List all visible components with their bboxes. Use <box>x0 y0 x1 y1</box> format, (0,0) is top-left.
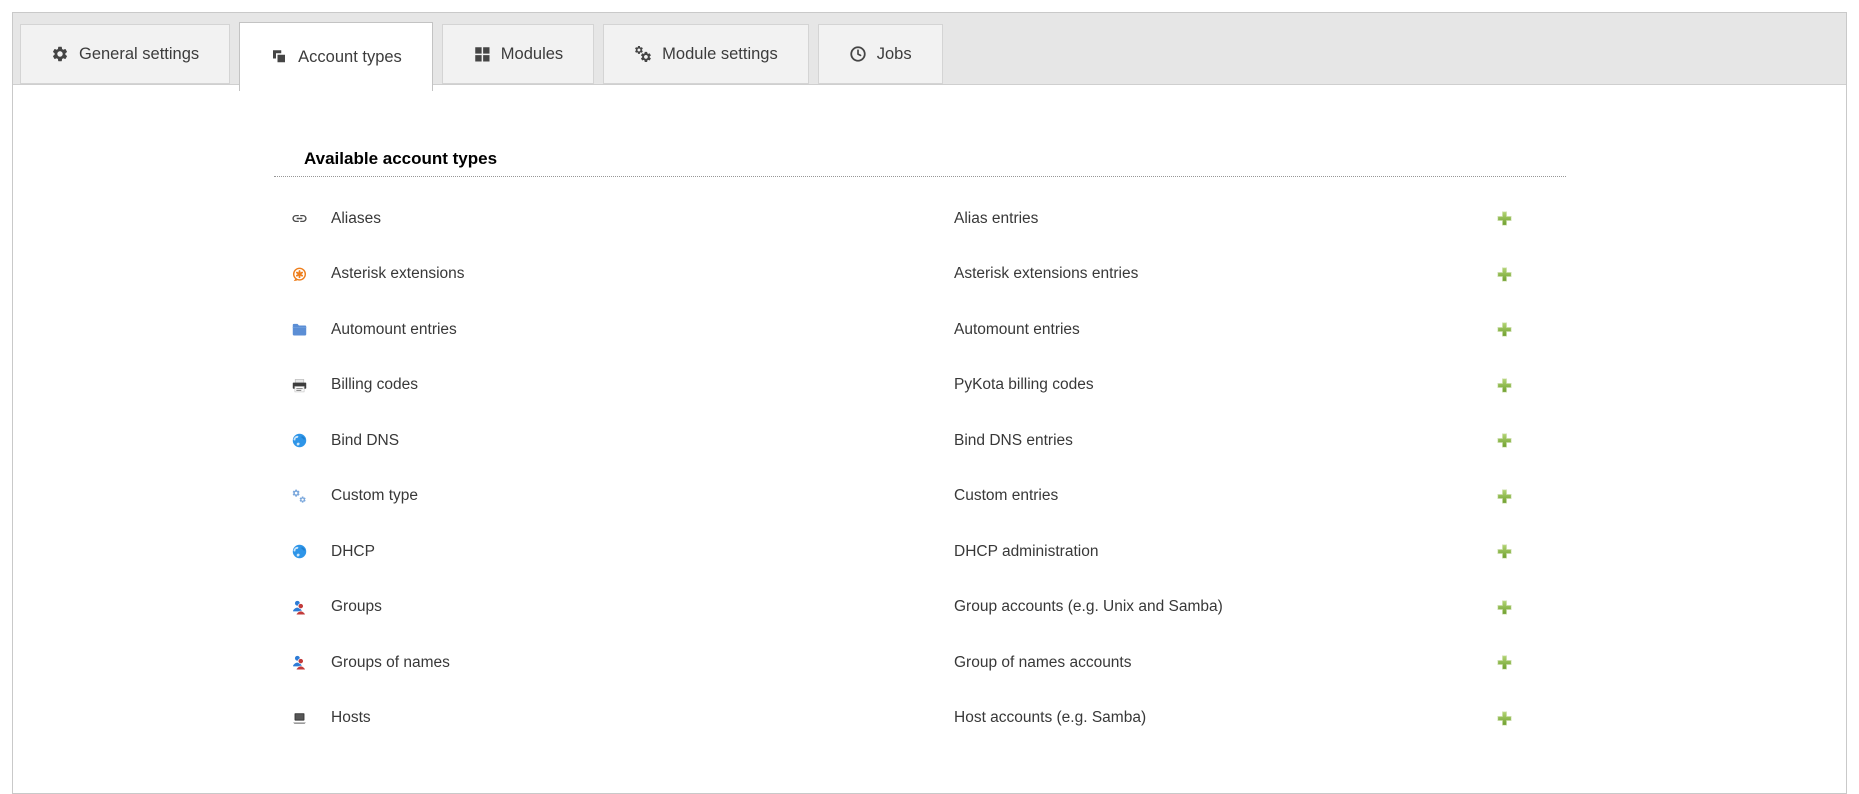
account-type-description: Asterisk extensions entries <box>954 265 1138 283</box>
account-type-row: Hosts Host accounts (e.g. Samba) <box>274 691 1566 747</box>
clock-icon <box>849 45 867 63</box>
gears-outline-icon <box>291 488 308 505</box>
account-type-row: Bind DNS Bind DNS entries <box>274 413 1566 469</box>
tab-bar: General settings Account types Modules M… <box>13 13 1846 85</box>
account-type-description: Alias entries <box>954 210 1038 228</box>
globe-icon <box>291 432 308 449</box>
group-users-icon <box>291 599 308 616</box>
add-account-type-button[interactable] <box>1496 543 1513 560</box>
account-type-name: Bind DNS <box>331 432 399 450</box>
account-type-description: Bind DNS entries <box>954 432 1073 450</box>
asterisk-logo-icon <box>291 266 308 283</box>
account-type-row: Automount entries Automount entries <box>274 302 1566 358</box>
add-account-type-button[interactable] <box>1496 710 1513 727</box>
tab-general-settings[interactable]: General settings <box>20 24 230 84</box>
account-type-description: PyKota billing codes <box>954 376 1094 394</box>
tab-label: Account types <box>298 48 402 67</box>
gears-icon <box>634 45 652 63</box>
account-type-name: Hosts <box>331 709 371 727</box>
account-type-row: Groups Group accounts (e.g. Unix and Sam… <box>274 580 1566 636</box>
account-type-row: Aliases Alias entries <box>274 191 1566 247</box>
group-users-icon <box>291 654 308 671</box>
account-type-name: Automount entries <box>331 321 457 339</box>
account-type-description: DHCP administration <box>954 543 1098 561</box>
account-type-name: Custom type <box>331 487 418 505</box>
account-type-name: Groups of names <box>331 654 450 672</box>
link-icon <box>291 210 308 227</box>
tab-label: General settings <box>79 45 199 64</box>
account-type-name: Asterisk extensions <box>331 265 465 283</box>
printer-icon <box>291 377 308 394</box>
account-type-description: Host accounts (e.g. Samba) <box>954 709 1146 727</box>
overlapping-squares-icon <box>270 48 288 66</box>
account-type-description: Custom entries <box>954 487 1058 505</box>
account-type-description: Group accounts (e.g. Unix and Samba) <box>954 598 1223 616</box>
account-type-name: DHCP <box>331 543 375 561</box>
add-account-type-button[interactable] <box>1496 266 1513 283</box>
add-account-type-button[interactable] <box>1496 654 1513 671</box>
gear-icon <box>51 45 69 63</box>
account-type-row: Groups of names Group of names accounts <box>274 635 1566 691</box>
add-account-type-button[interactable] <box>1496 210 1513 227</box>
account-type-name: Aliases <box>331 210 381 228</box>
account-types-list: Aliases Alias entries Asterisk extension… <box>274 191 1566 746</box>
section-title: Available account types <box>274 148 1566 177</box>
grid-icon <box>473 45 491 63</box>
add-account-type-button[interactable] <box>1496 377 1513 394</box>
globe-icon <box>291 543 308 560</box>
account-type-description: Automount entries <box>954 321 1080 339</box>
account-type-row: DHCP DHCP administration <box>274 524 1566 580</box>
folder-icon <box>291 321 308 338</box>
tab-label: Modules <box>501 45 563 64</box>
tab-modules[interactable]: Modules <box>442 24 594 84</box>
laptop-icon <box>291 710 308 727</box>
account-type-row: Billing codes PyKota billing codes <box>274 358 1566 414</box>
configuration-panel: General settings Account types Modules M… <box>12 12 1847 794</box>
tab-module-settings[interactable]: Module settings <box>603 24 809 84</box>
tab-label: Module settings <box>662 45 778 64</box>
account-types-content: Available account types Aliases Alias en… <box>274 85 1566 746</box>
add-account-type-button[interactable] <box>1496 488 1513 505</box>
account-type-name: Billing codes <box>331 376 418 394</box>
add-account-type-button[interactable] <box>1496 432 1513 449</box>
tab-jobs[interactable]: Jobs <box>818 24 943 84</box>
account-type-row: Asterisk extensions Asterisk extensions … <box>274 247 1566 303</box>
account-type-row: Custom type Custom entries <box>274 469 1566 525</box>
add-account-type-button[interactable] <box>1496 321 1513 338</box>
tab-account-types[interactable]: Account types <box>239 22 433 91</box>
add-account-type-button[interactable] <box>1496 599 1513 616</box>
account-type-description: Group of names accounts <box>954 654 1132 672</box>
tab-label: Jobs <box>877 45 912 64</box>
account-type-name: Groups <box>331 598 382 616</box>
